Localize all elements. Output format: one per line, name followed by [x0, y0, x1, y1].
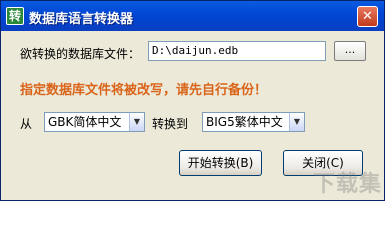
from-label: 从 [20, 117, 33, 131]
file-label: 欲转换的数据库文件： [20, 47, 141, 61]
converter-window: 转 数据库语言转换器 ✕ 欲转换的数据库文件： D:\daijun.edb ..… [0, 0, 385, 201]
to-label: 转换到 [152, 117, 189, 131]
file-path-input[interactable]: D:\daijun.edb [148, 41, 326, 61]
chevron-down-icon[interactable]: ▼ [289, 113, 304, 131]
title-bar[interactable]: 转 数据库语言转换器 ✕ [1, 1, 384, 31]
window-close-icon[interactable]: ✕ [357, 6, 378, 27]
target-encoding-select[interactable]: BIG5繁体中文 ▼ [202, 112, 305, 132]
chevron-down-icon[interactable]: ▼ [129, 113, 144, 131]
source-encoding-value: GBK简体中文 [48, 115, 122, 129]
browse-button[interactable]: ... [334, 41, 366, 61]
start-convert-button[interactable]: 开始转换(B) [179, 150, 262, 176]
target-encoding-value: BIG5繁体中文 [206, 115, 283, 129]
backup-warning: 指定数据库文件将被改写，请先自行备份！ [20, 83, 268, 98]
app-icon: 转 [6, 7, 24, 25]
window-title: 数据库语言转换器 [29, 12, 134, 27]
source-encoding-select[interactable]: GBK简体中文 ▼ [44, 112, 145, 132]
watermark-logo: 下载集 [312, 172, 382, 197]
